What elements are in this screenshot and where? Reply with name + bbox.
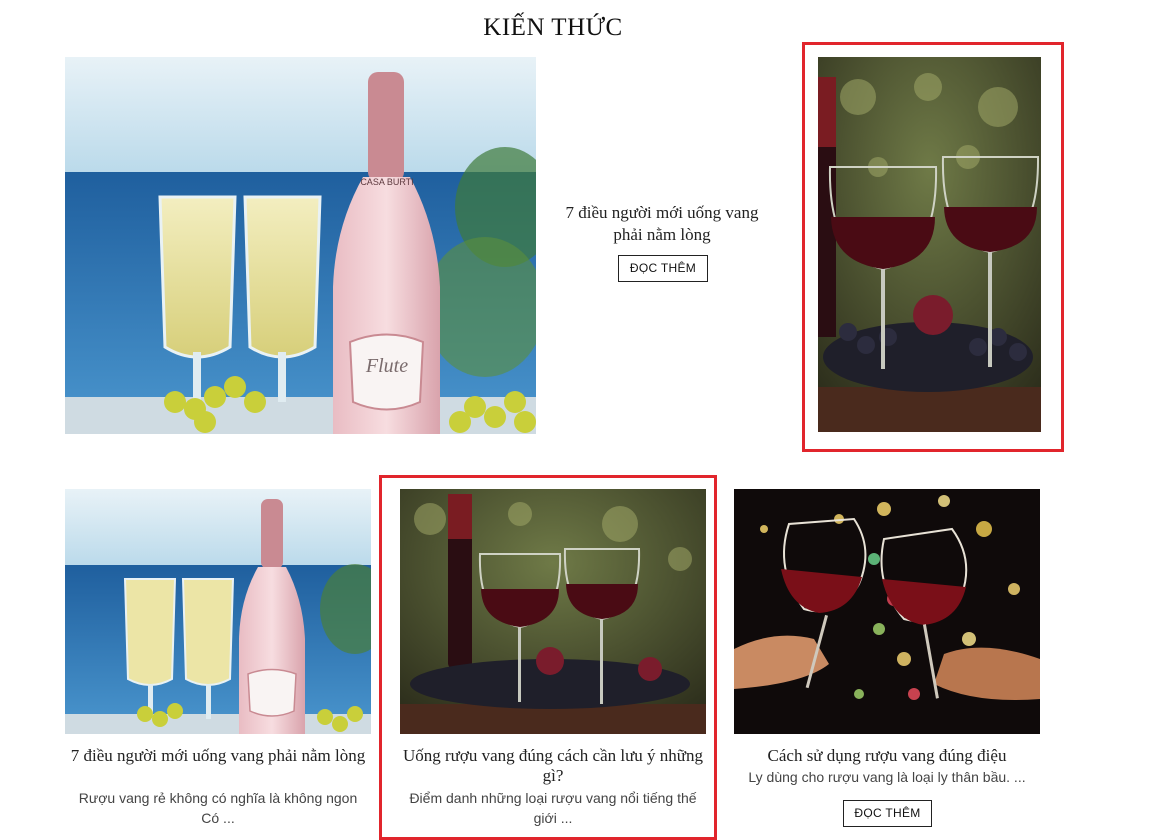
card-2-title[interactable]: Uống rượu vang đúng cách cần lưu ý những… <box>400 746 706 786</box>
card-3-read-more-button[interactable]: ĐỌC THÊM <box>843 800 932 827</box>
bottle-label-brand: CASA BURTI <box>360 177 413 187</box>
card-1-description: Rượu vang rẻ không có nghĩa là không ngo… <box>78 790 358 826</box>
featured-read-more-button[interactable]: ĐỌC THÊM <box>618 255 708 282</box>
section-title: KIẾN THỨC <box>483 14 623 41</box>
card-1-title[interactable]: 7 điều người mới uống vang phải nằm lòng <box>65 746 371 766</box>
red-wine-image-top[interactable] <box>818 57 1041 432</box>
featured-article-title[interactable]: 7 điều người mới uống vang phải nằm lòng <box>552 202 772 246</box>
card-2-image[interactable] <box>400 489 706 734</box>
card-3-description: Ly dùng cho rượu vang là loại ly thân bầ… <box>748 769 1026 785</box>
featured-image[interactable]: Flute CASA BURTI <box>65 57 536 434</box>
bottle-label-name: Flute <box>365 355 408 377</box>
card-3-title[interactable]: Cách sử dụng rượu vang đúng điệu <box>734 746 1040 766</box>
card-3-image[interactable] <box>734 489 1040 734</box>
card-2-description: Điểm danh những loại rượu vang nổi tiếng… <box>409 790 697 826</box>
card-1-image[interactable] <box>65 489 371 734</box>
